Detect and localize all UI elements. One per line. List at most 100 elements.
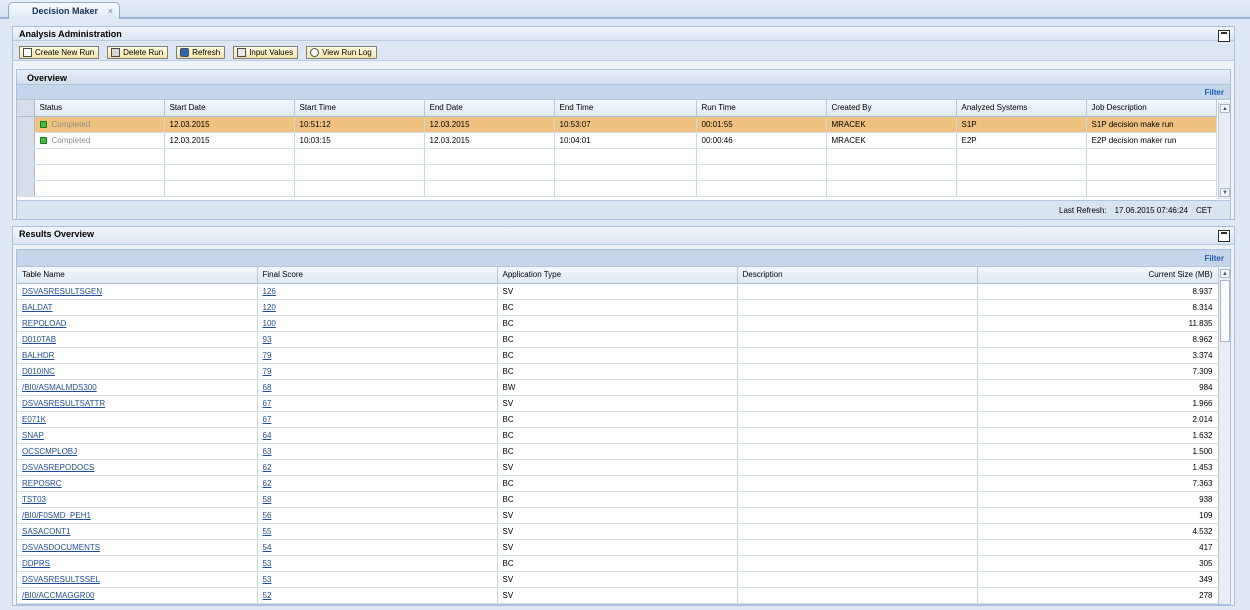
- table-name-cell[interactable]: DSVASREPODOCS: [17, 459, 258, 476]
- table-row[interactable]: /BI0/ACCMAGGR00 52 SV 278: [17, 587, 1219, 604]
- final-score-cell[interactable]: 54: [257, 539, 498, 556]
- final-score-link[interactable]: 100: [263, 319, 276, 328]
- final-score-cell[interactable]: 67: [257, 395, 498, 412]
- table-name-link[interactable]: D010TAB: [22, 335, 56, 344]
- final-score-cell[interactable]: 55: [257, 523, 498, 540]
- col-analyzed-systems[interactable]: Analyzed Systems: [956, 100, 1087, 117]
- col-start-date[interactable]: Start Date: [164, 100, 295, 117]
- table-name-link[interactable]: REPOSRC: [22, 479, 62, 488]
- final-score-cell[interactable]: 62: [257, 475, 498, 492]
- table-name-link[interactable]: OCSCMPLOBJ: [22, 447, 77, 456]
- collapse-icon[interactable]: [1218, 30, 1230, 42]
- final-score-cell[interactable]: 64: [257, 427, 498, 444]
- table-name-cell[interactable]: DSVASDOCUMENTS: [17, 539, 258, 556]
- final-score-cell[interactable]: 79: [257, 347, 498, 364]
- table-name-cell[interactable]: D010INC: [17, 363, 258, 380]
- final-score-link[interactable]: 126: [263, 287, 276, 296]
- col-status[interactable]: Status: [34, 100, 165, 117]
- collapse-icon[interactable]: [1218, 230, 1230, 242]
- final-score-link[interactable]: 56: [263, 511, 272, 520]
- final-score-link[interactable]: 58: [263, 495, 272, 504]
- final-score-link[interactable]: 55: [263, 527, 272, 536]
- table-row[interactable]: TST03 58 BC 938: [17, 491, 1219, 508]
- col-created-by[interactable]: Created By: [826, 100, 957, 117]
- table-name-cell[interactable]: REPOLOAD: [17, 315, 258, 332]
- refresh-button[interactable]: Refresh: [176, 45, 226, 59]
- table-name-cell[interactable]: D010TAB: [17, 331, 258, 348]
- final-score-link[interactable]: 67: [263, 415, 272, 424]
- table-name-link[interactable]: REPOLOAD: [22, 319, 66, 328]
- close-icon[interactable]: ×: [108, 6, 113, 16]
- scroll-up-icon[interactable]: ▲: [1220, 104, 1230, 113]
- row-selector[interactable]: [17, 116, 35, 133]
- table-row[interactable]: D010INC 79 BC 7.309: [17, 363, 1219, 380]
- table-name-link[interactable]: /BI0/ACCMAGGR00: [22, 591, 94, 600]
- final-score-cell[interactable]: 68: [257, 379, 498, 396]
- col-application-type[interactable]: Application Type: [497, 267, 738, 284]
- table-row[interactable]: DSVASDOCUMENTS 54 SV 417: [17, 539, 1219, 556]
- table-name-cell[interactable]: SASACONT1: [17, 523, 258, 540]
- final-score-cell[interactable]: 53: [257, 571, 498, 588]
- table-name-link[interactable]: SNAP: [22, 431, 44, 440]
- final-score-link[interactable]: 67: [263, 399, 272, 408]
- col-description[interactable]: Description: [737, 267, 978, 284]
- final-score-cell[interactable]: 53: [257, 555, 498, 572]
- final-score-link[interactable]: 79: [263, 367, 272, 376]
- delete-run-button[interactable]: Delete Run: [107, 45, 169, 59]
- overview-scrollbar[interactable]: ▲ ▼: [1218, 102, 1230, 199]
- table-name-link[interactable]: BALDAT: [22, 303, 53, 312]
- table-name-link[interactable]: DDPRS: [22, 559, 50, 568]
- scroll-thumb[interactable]: [1220, 280, 1230, 342]
- table-row[interactable]: E071K 67 BC 2.014: [17, 411, 1219, 428]
- table-name-cell[interactable]: E071K: [17, 411, 258, 428]
- table-name-cell[interactable]: OCSCMPLOBJ: [17, 443, 258, 460]
- final-score-cell[interactable]: 58: [257, 491, 498, 508]
- table-row[interactable]: DDPRS 53 BC 305: [17, 555, 1219, 572]
- col-end-date[interactable]: End Date: [424, 100, 555, 117]
- final-score-link[interactable]: 120: [263, 303, 276, 312]
- final-score-cell[interactable]: 126: [257, 283, 498, 300]
- table-row[interactable]: REPOSRC 62 BC 7.363: [17, 475, 1219, 492]
- select-all-cell[interactable]: [17, 100, 35, 117]
- table-row[interactable]: DSVASRESULTSATTR 67 SV 1.966: [17, 395, 1219, 412]
- col-start-time[interactable]: Start Time: [294, 100, 425, 117]
- col-current-size[interactable]: Current Size (MB): [977, 267, 1219, 284]
- overview-row[interactable]: Completed 12.03.2015 10:03:15 12.03.2015…: [17, 132, 1217, 149]
- final-score-link[interactable]: 62: [263, 463, 272, 472]
- table-name-link[interactable]: D010INC: [22, 367, 55, 376]
- tab-decision-maker[interactable]: Decision Maker ×: [8, 2, 120, 19]
- table-name-link[interactable]: SASACONT1: [22, 527, 70, 536]
- final-score-link[interactable]: 63: [263, 447, 272, 456]
- table-name-cell[interactable]: /BI0/ASMALMDS300: [17, 379, 258, 396]
- table-name-cell[interactable]: REPOSRC: [17, 475, 258, 492]
- table-row[interactable]: /BI0/F0SMD_PEH1 56 SV 109: [17, 507, 1219, 524]
- col-run-time[interactable]: Run Time: [696, 100, 827, 117]
- table-name-cell[interactable]: /BI0/F0SMD_PEH1: [17, 507, 258, 524]
- final-score-cell[interactable]: 100: [257, 315, 498, 332]
- table-row[interactable]: SASACONT1 55 SV 4.532: [17, 523, 1219, 540]
- table-name-link[interactable]: DSVASRESULTSGEN: [22, 287, 102, 296]
- col-final-score[interactable]: Final Score: [257, 267, 498, 284]
- table-row[interactable]: BALDAT 120 BC 8.314: [17, 299, 1219, 316]
- final-score-link[interactable]: 62: [263, 479, 272, 488]
- table-name-cell[interactable]: SNAP: [17, 427, 258, 444]
- final-score-link[interactable]: 53: [263, 559, 272, 568]
- results-scrollbar[interactable]: ▲: [1218, 268, 1230, 604]
- table-row[interactable]: D010TAB 93 BC 8.962: [17, 331, 1219, 348]
- table-row[interactable]: DSVASREPODOCS 62 SV 1.453: [17, 459, 1219, 476]
- final-score-cell[interactable]: 63: [257, 443, 498, 460]
- table-name-cell[interactable]: BALHDR: [17, 347, 258, 364]
- col-job-description[interactable]: Job Description: [1086, 100, 1217, 117]
- table-name-link[interactable]: DSVASDOCUMENTS: [22, 543, 100, 552]
- final-score-cell[interactable]: 52: [257, 587, 498, 604]
- input-values-button[interactable]: Input Values: [233, 45, 299, 59]
- row-selector[interactable]: [17, 132, 35, 149]
- final-score-link[interactable]: 64: [263, 431, 272, 440]
- table-name-cell[interactable]: /BI0/ACCMAGGR00: [17, 587, 258, 604]
- final-score-cell[interactable]: 79: [257, 363, 498, 380]
- table-name-link[interactable]: E071K: [22, 415, 46, 424]
- create-new-run-button[interactable]: Create New Run: [19, 45, 100, 59]
- table-row[interactable]: BALHDR 79 BC 3.374: [17, 347, 1219, 364]
- table-row[interactable]: DSVASRESULTSGEN 126 SV 8.937: [17, 283, 1219, 300]
- table-name-cell[interactable]: TST03: [17, 491, 258, 508]
